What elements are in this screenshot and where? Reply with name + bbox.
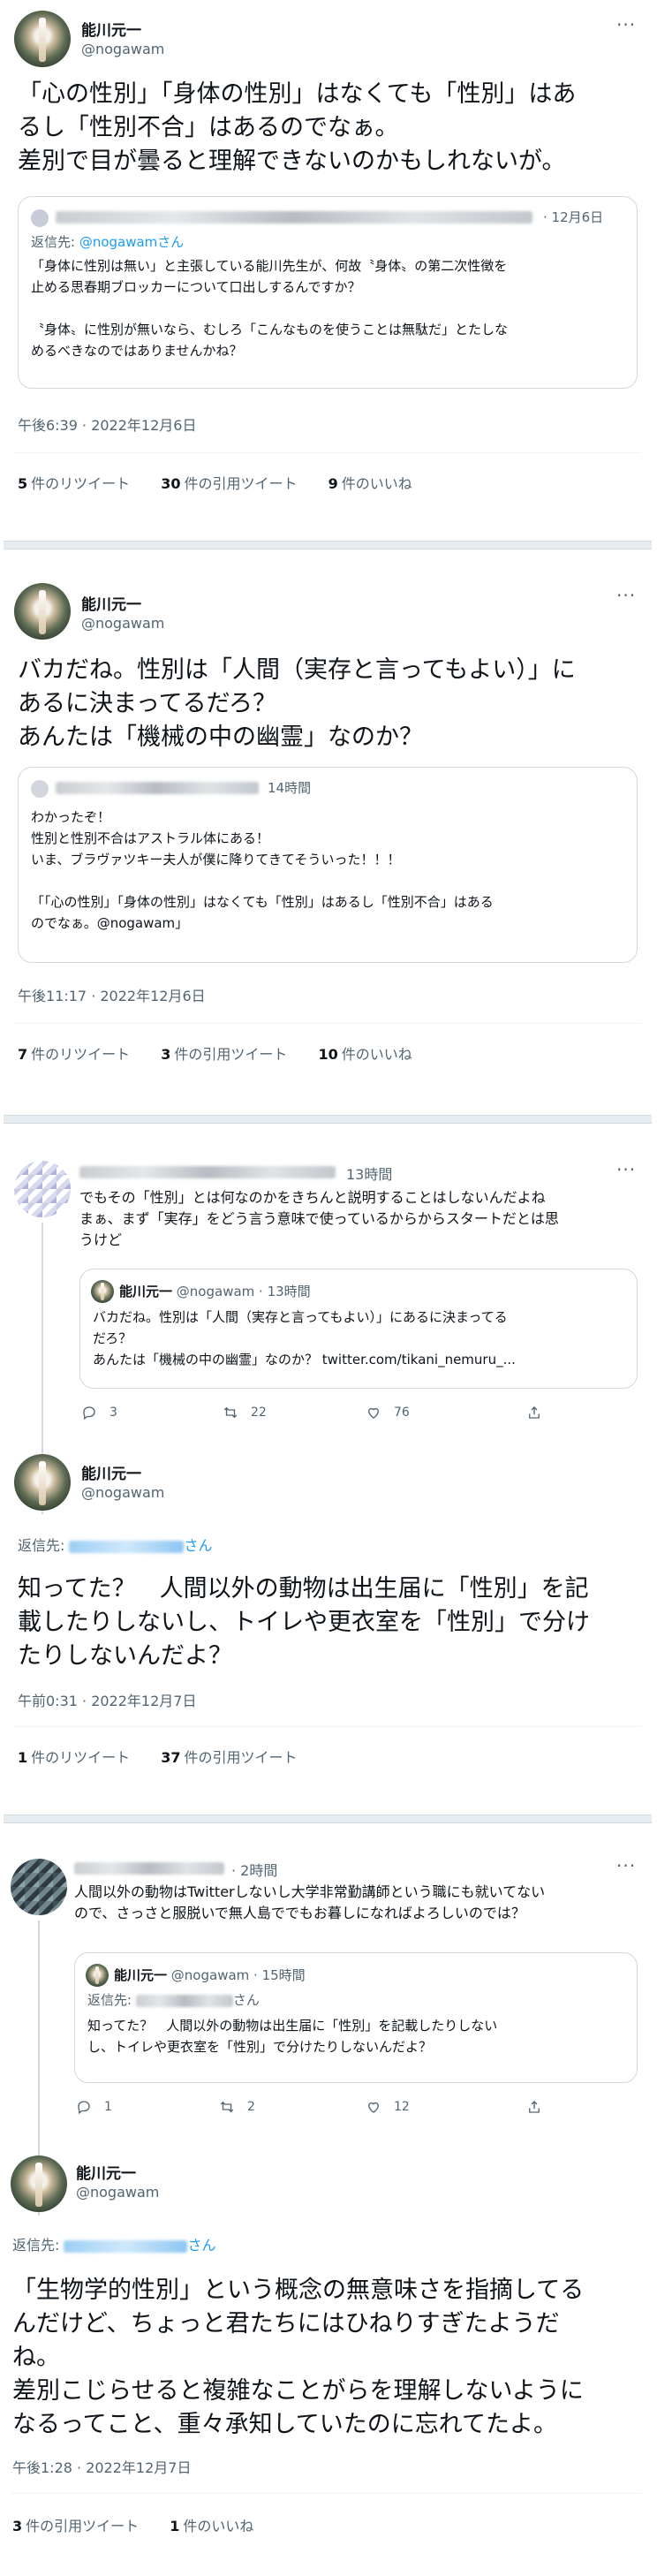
engagement-stats: 3 件の引用ツイート 1 件のいいね bbox=[12, 2514, 280, 2535]
author-name[interactable]: 能川元一 bbox=[81, 592, 141, 614]
timestamp[interactable]: 午後11:17 · 2022年12月6日 bbox=[18, 984, 206, 1005]
like-action[interactable]: 12 bbox=[366, 2099, 410, 2115]
avatar bbox=[31, 209, 49, 227]
tweet-2: 能川元一 @nogawam ··· バカだね。性別は「人間（実存と言ってもよい）… bbox=[0, 565, 657, 1113]
timestamp[interactable]: 午前0:31 · 2022年12月7日 bbox=[18, 1689, 196, 1710]
like-count[interactable]: 10 件のいいね bbox=[319, 1046, 412, 1063]
retweet-action[interactable]: 2 bbox=[219, 2099, 255, 2115]
like-count[interactable]: 1 件のいいね bbox=[170, 2518, 253, 2534]
heart-icon bbox=[368, 1407, 379, 1419]
more-options-icon[interactable]: ··· bbox=[616, 14, 636, 35]
more-options-icon[interactable]: ··· bbox=[616, 1159, 636, 1180]
author-name[interactable]: 能川元一 bbox=[76, 2161, 136, 2183]
quoted-tweet[interactable]: · 12月6日 返信先: @nogawamさん 「身体に性別は無い」と主張してい… bbox=[18, 196, 638, 389]
timestamp[interactable]: 午後1:28 · 2022年12月7日 bbox=[12, 2456, 191, 2477]
author-handle[interactable]: @nogawam bbox=[81, 615, 164, 632]
share-icon bbox=[529, 1406, 540, 1419]
blurred-name bbox=[79, 1166, 336, 1178]
separator bbox=[4, 1115, 652, 1124]
quoted-tweet[interactable]: 能川元一 @nogawam · 15時間 返信先: さん 知ってた？ 人間以外の… bbox=[74, 1952, 638, 2083]
quote-date: 14時間 bbox=[268, 780, 312, 796]
tweet-1: 能川元一 @nogawam ··· 「心の性別」「身体の性別」はなくても「性別」… bbox=[0, 0, 657, 539]
avatar bbox=[31, 780, 49, 798]
engagement-stats: 7 件のリツイート 3 件の引用ツイート 10 件のいいね bbox=[18, 1042, 439, 1064]
tweet-text: 知ってた？ 人間以外の動物は出生届に「性別」を記 載したりしないし、トイレや更衣… bbox=[18, 1575, 590, 1670]
reply-date: · 2時間 bbox=[231, 1862, 278, 1879]
avatar bbox=[91, 1280, 114, 1303]
separator bbox=[4, 541, 652, 549]
quote-header: 能川元一 @nogawam · 15時間 bbox=[114, 1967, 306, 1983]
avatar[interactable] bbox=[11, 2156, 67, 2212]
engagement-stats: 5 件のリツイート 30 件の引用ツイート 9 件のいいね bbox=[18, 472, 439, 493]
engagement-stats: 1 件のリツイート 37 件の引用ツイート bbox=[18, 1746, 324, 1767]
reply-text: でもその「性別」とは何なのかをきちんと説明することはしないんだよね まぁ、まず「… bbox=[79, 1189, 559, 1248]
retweet-icon bbox=[223, 1406, 238, 1419]
tweet-text: 「心の性別」「身体の性別」はなくても「性別」はあ るし「性別不合」はあるのでなぁ… bbox=[18, 80, 577, 175]
tweet-text: バカだね。性別は「人間（実存と言ってもよい）」に あるに決まってるだろ？ あんた… bbox=[18, 656, 576, 751]
reply-date: 13時間 bbox=[346, 1166, 393, 1183]
quote-header: 能川元一 @nogawam · 13時間 bbox=[119, 1284, 311, 1299]
avatar[interactable] bbox=[14, 583, 71, 640]
reply-icon bbox=[83, 1406, 95, 1421]
author-name[interactable]: 能川元一 bbox=[81, 1461, 141, 1483]
avatar[interactable] bbox=[14, 1454, 71, 1511]
author-handle[interactable]: @nogawam bbox=[81, 41, 164, 57]
blurred-name bbox=[56, 782, 259, 794]
avatar[interactable] bbox=[14, 1161, 71, 1217]
reply-to: 返信先: さん bbox=[12, 2237, 216, 2254]
tweet-text: 「生物学的性別」という概念の無意味さを指摘してる んだけど、ちょっと君たちにはひ… bbox=[12, 2277, 585, 2438]
share-action[interactable] bbox=[526, 2099, 542, 2115]
tweet-4: · 2時間 ··· 人間以外の動物はTwitterしないし大学非常勤講師という職… bbox=[0, 1837, 657, 2576]
retweet-icon bbox=[220, 2101, 234, 2113]
retweet-action[interactable]: 22 bbox=[223, 1405, 267, 1421]
avatar[interactable] bbox=[11, 1859, 67, 1915]
quote-text: 「身体に性別は無い」と主張している能川先生が、何故〝身体〟の第二次性徴を 止める… bbox=[31, 258, 509, 359]
more-options-icon[interactable]: ··· bbox=[616, 1855, 636, 1876]
reply-action[interactable]: 3 bbox=[81, 1405, 117, 1421]
share-action[interactable] bbox=[526, 1405, 542, 1421]
quote-text: バカだね。性別は「人間（実存と言ってもよい）」にあるに決まってる だろ？ あんた… bbox=[93, 1309, 516, 1368]
avatar[interactable] bbox=[14, 11, 71, 67]
author-name[interactable]: 能川元一 bbox=[81, 18, 141, 40]
blurred-name bbox=[56, 211, 532, 224]
retweet-count[interactable]: 1 件のリツイート bbox=[18, 1749, 130, 1766]
more-options-icon[interactable]: ··· bbox=[616, 585, 636, 606]
retweet-count[interactable]: 7 件のリツイート bbox=[18, 1046, 130, 1063]
quote-count[interactable]: 3 件の引用ツイート bbox=[161, 1046, 287, 1063]
tweet-3: 13時間 ··· でもその「性別」とは何なのかをきちんと説明することはしないんだ… bbox=[0, 1140, 657, 1811]
reply-icon bbox=[78, 2101, 90, 2115]
quoted-tweet[interactable]: 14時間 わかったぞ！ 性別と性別不合はアストラル体にある！ いま、ブラヴァツキ… bbox=[18, 767, 638, 963]
reply-to: 返信先: さん bbox=[18, 1537, 213, 1554]
blurred-name bbox=[74, 1862, 224, 1875]
avatar bbox=[86, 1964, 109, 1987]
divider bbox=[14, 1726, 641, 1727]
separator bbox=[4, 1815, 652, 1823]
share-icon bbox=[529, 2101, 540, 2113]
quote-text: 知ってた？ 人間以外の動物は出生届に「性別」を記載したりしない し、トイレや更衣… bbox=[87, 2018, 498, 2055]
divider bbox=[11, 2493, 641, 2494]
like-count[interactable]: 9 件のいいね bbox=[328, 475, 412, 492]
heart-icon bbox=[368, 2102, 379, 2113]
author-handle[interactable]: @nogawam bbox=[76, 2184, 159, 2201]
reply-to: 返信先: @nogawamさん bbox=[31, 234, 185, 250]
reply-to: 返信先: さん bbox=[87, 1992, 260, 2008]
author-handle[interactable]: @nogawam bbox=[81, 1484, 164, 1501]
quote-count[interactable]: 30 件の引用ツイート bbox=[161, 475, 297, 492]
like-action[interactable]: 76 bbox=[366, 1405, 410, 1421]
quote-date: · 12月6日 bbox=[543, 209, 604, 225]
divider bbox=[14, 452, 641, 453]
quote-count[interactable]: 37 件の引用ツイート bbox=[161, 1749, 297, 1766]
timestamp[interactable]: 午後6:39 · 2022年12月6日 bbox=[18, 413, 196, 435]
quote-count[interactable]: 3 件の引用ツイート bbox=[12, 2518, 139, 2534]
retweet-count[interactable]: 5 件のリツイート bbox=[18, 475, 130, 492]
reply-text: 人間以外の動物はTwitterしないし大学非常勤講師という職にも就いてない ので… bbox=[74, 1883, 546, 1921]
reply-action[interactable]: 1 bbox=[76, 2099, 112, 2115]
quoted-tweet[interactable]: 能川元一 @nogawam · 13時間 バカだね。性別は「人間（実存と言っても… bbox=[79, 1269, 638, 1389]
divider bbox=[14, 1023, 641, 1024]
quote-text: わかったぞ！ 性別と性別不合はアストラル体にある！ いま、ブラヴァツキー夫人が僕… bbox=[31, 809, 494, 931]
